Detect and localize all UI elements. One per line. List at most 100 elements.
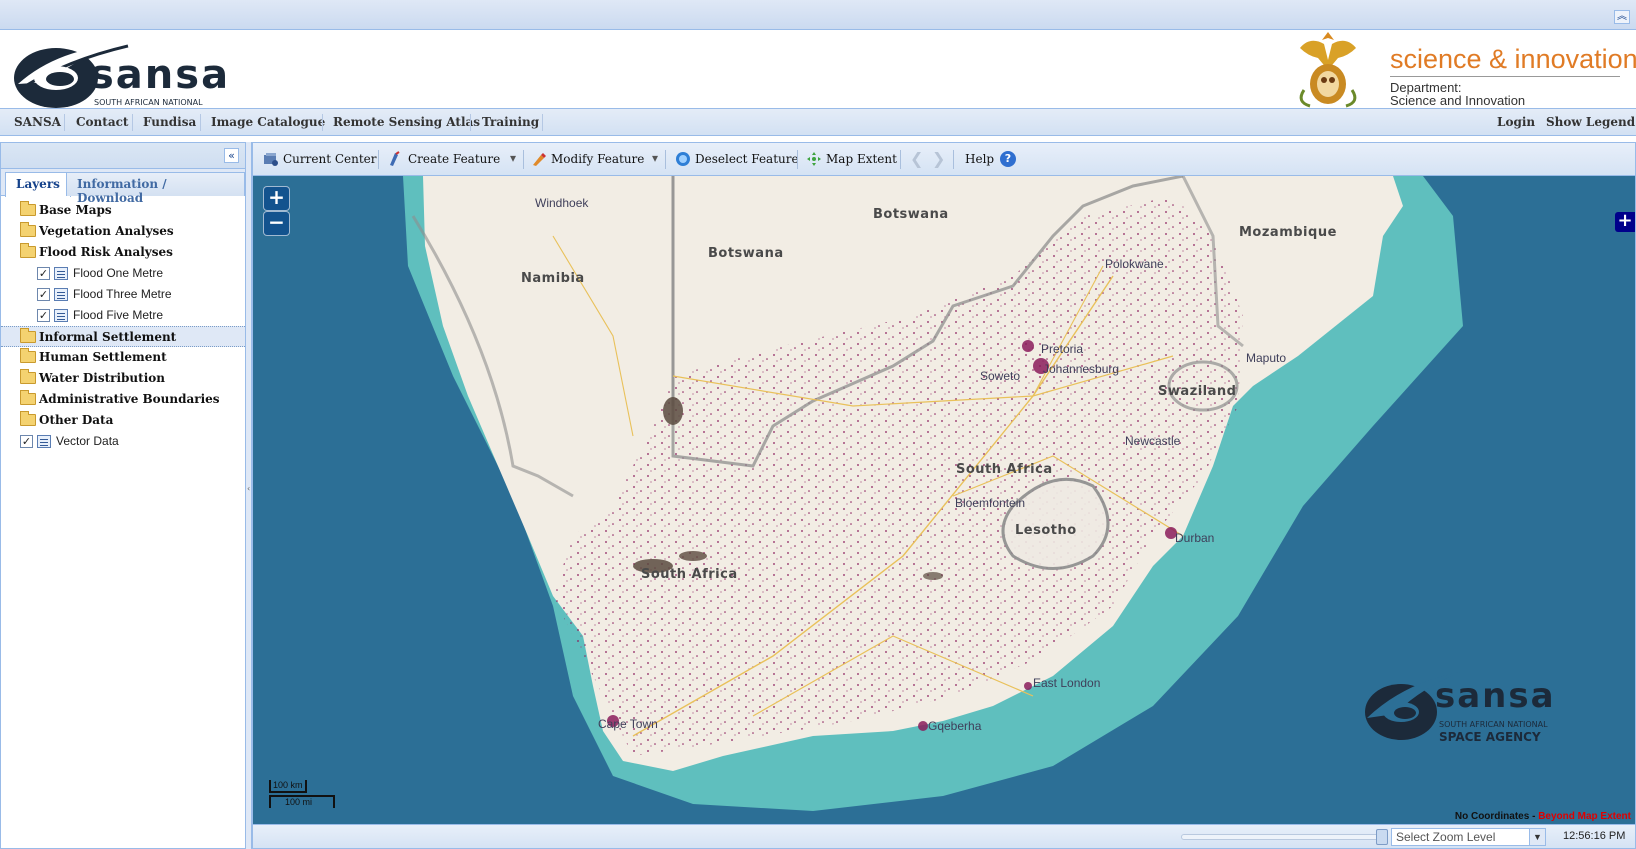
- map-label-country: Lesotho: [1015, 523, 1077, 538]
- zoom-in-button[interactable]: +: [263, 186, 290, 211]
- tree-folder-informal-settlement[interactable]: Informal Settlement: [1, 326, 245, 347]
- tree-folder-label: Flood Risk Analyses: [39, 245, 173, 259]
- deselect-feature-button[interactable]: Deselect Feature: [695, 152, 799, 166]
- panel-tabs: Layers Information / Download: [1, 169, 245, 205]
- layer-switcher-button[interactable]: +: [1615, 212, 1635, 232]
- map-label-city: Soweto: [980, 369, 1021, 383]
- zoom-level-select[interactable]: Select Zoom Level ▼: [1391, 828, 1546, 846]
- create-feature-icon: [390, 151, 400, 166]
- layer-checkbox[interactable]: ✓: [37, 288, 50, 301]
- map-label-country: Namibia: [521, 271, 585, 286]
- toolbar-separator: [665, 150, 666, 169]
- map-label-city: Pretoria: [1041, 342, 1084, 356]
- create-feature-dropdown-icon[interactable]: ▾: [510, 151, 516, 165]
- map-view[interactable]: + − + Namibia Botswana Botswana Mozambiq…: [253, 176, 1635, 824]
- folder-icon: [20, 222, 36, 237]
- toolbar-separator: [378, 150, 379, 169]
- splitter-grip-icon[interactable]: ‹: [247, 484, 251, 504]
- sansa-watermark: sansa SOUTH AFRICAN NATIONAL SPACE AGENC…: [1361, 666, 1601, 756]
- scale-km: 100 km: [269, 780, 307, 793]
- tree-layer-label: Flood One Metre: [73, 266, 164, 280]
- tree-folder-label: Informal Settlement: [39, 330, 177, 344]
- dept-title: science & innovation: [1390, 44, 1636, 74]
- layer-checkbox[interactable]: ✓: [20, 435, 33, 448]
- nav-fundisa[interactable]: Fundisa: [143, 115, 196, 129]
- nav-contact[interactable]: Contact: [76, 115, 128, 129]
- folder-icon: [20, 328, 36, 343]
- toolbar-separator: [900, 150, 901, 169]
- current-center-button[interactable]: Current Center: [283, 152, 377, 166]
- main-nav: SANSA Contact Fundisa Image Catalogue Re…: [0, 108, 1636, 136]
- toolbar-separator: [797, 150, 798, 169]
- layers-panel: « Layers Information / Download Base Map…: [0, 142, 246, 849]
- layer-icon: [54, 309, 68, 322]
- zoom-out-button[interactable]: −: [263, 211, 290, 236]
- tree-folder-label: Base Maps: [39, 203, 112, 217]
- map-label-city: Maputo: [1246, 351, 1287, 365]
- tree-folder-label: Administrative Boundaries: [39, 392, 220, 406]
- toolbar-separator: [953, 150, 954, 169]
- folder-open-icon: [20, 243, 36, 258]
- tree-folder-label: Other Data: [39, 413, 114, 427]
- map-panel: Current Center Create Feature ▾ Modify F…: [252, 142, 1636, 849]
- nav-remote-sensing-atlas[interactable]: Remote Sensing Atlas: [333, 115, 480, 129]
- login-link[interactable]: Login: [1497, 115, 1535, 129]
- coords-separator: -: [1529, 811, 1539, 822]
- map-label-city: Polokwane: [1105, 257, 1164, 271]
- layer-checkbox[interactable]: ✓: [37, 309, 50, 322]
- layer-checkbox[interactable]: ✓: [37, 267, 50, 280]
- toolbar-separator: [523, 150, 524, 169]
- nav-sansa[interactable]: SANSA: [14, 115, 61, 129]
- folder-icon: [20, 390, 36, 405]
- create-feature-button[interactable]: Create Feature: [408, 152, 500, 166]
- layer-icon: [54, 267, 68, 280]
- tree-folder-human-settlement[interactable]: Human Settlement: [1, 347, 245, 368]
- tab-information-download[interactable]: Information / Download: [66, 172, 245, 205]
- modify-feature-button[interactable]: Modify Feature: [551, 152, 644, 166]
- modify-feature-dropdown-icon[interactable]: ▾: [652, 151, 658, 165]
- folder-icon: [20, 201, 36, 216]
- show-legend-link[interactable]: Show Legend: [1546, 115, 1635, 129]
- map-label-city: Durban: [1175, 531, 1215, 545]
- nav-image-catalogue[interactable]: Image Catalogue: [211, 115, 325, 129]
- folder-icon: [20, 411, 36, 426]
- tree-layer-flood-one-metre[interactable]: ✓ Flood One Metre: [1, 263, 245, 284]
- tab-layers[interactable]: Layers: [5, 172, 71, 197]
- sansa-logo-subtitle: SOUTH AFRICAN NATIONAL: [94, 98, 203, 107]
- help-icon[interactable]: ?: [1000, 151, 1016, 167]
- clock: 12:56:16 PM: [1563, 830, 1626, 842]
- beyond-extent-text: Beyond Map Extent: [1538, 811, 1631, 822]
- tree-folder-water-distribution[interactable]: Water Distribution: [1, 368, 245, 389]
- tree-folder-vegetation-analyses[interactable]: Vegetation Analyses: [1, 221, 245, 242]
- tree-folder-administrative-boundaries[interactable]: Administrative Boundaries: [1, 389, 245, 410]
- collapse-panel-button[interactable]: «: [224, 148, 239, 163]
- previous-extent-icon[interactable]: ❮: [910, 149, 923, 168]
- tree-layer-label: Vector Data: [56, 434, 119, 448]
- sansa-watermark-text: sansa: [1435, 676, 1556, 716]
- header-banner: sansa SOUTH AFRICAN NATIONAL science & i…: [0, 30, 1636, 108]
- folder-icon: [20, 369, 36, 384]
- chevron-down-icon[interactable]: ▼: [1529, 829, 1545, 845]
- sansa-logo[interactable]: sansa SOUTH AFRICAN NATIONAL: [8, 38, 268, 108]
- help-button[interactable]: Help: [965, 152, 994, 166]
- dept-line-2: Science and Innovation: [1390, 93, 1526, 108]
- tree-folder-other-data[interactable]: Other Data: [1, 410, 245, 431]
- map-extent-button[interactable]: Map Extent: [826, 152, 897, 166]
- deselect-feature-icon: [676, 152, 690, 166]
- zoom-slider[interactable]: [1181, 834, 1381, 840]
- zoom-slider-thumb[interactable]: [1376, 829, 1388, 845]
- sansa-logo-text: sansa: [90, 52, 231, 98]
- tree-folder-label: Vegetation Analyses: [39, 224, 174, 238]
- tree-folder-base-maps[interactable]: Base Maps: [1, 200, 245, 221]
- tree-layer-vector-data[interactable]: ✓ Vector Data: [1, 431, 245, 452]
- nav-training[interactable]: Training: [482, 115, 539, 129]
- modify-feature-icon: [533, 153, 546, 166]
- tree-layer-flood-five-metre[interactable]: ✓ Flood Five Metre: [1, 305, 245, 326]
- tree-folder-flood-risk-analyses[interactable]: Flood Risk Analyses: [1, 242, 245, 263]
- coords-text: No Coordinates: [1454, 811, 1530, 822]
- map-label-country: South Africa: [956, 462, 1053, 477]
- tree-layer-flood-three-metre[interactable]: ✓ Flood Three Metre: [1, 284, 245, 305]
- next-extent-icon[interactable]: ❯: [932, 149, 945, 168]
- map-label-city: Cape Town: [598, 717, 658, 731]
- collapse-header-button[interactable]: ︽: [1614, 10, 1630, 24]
